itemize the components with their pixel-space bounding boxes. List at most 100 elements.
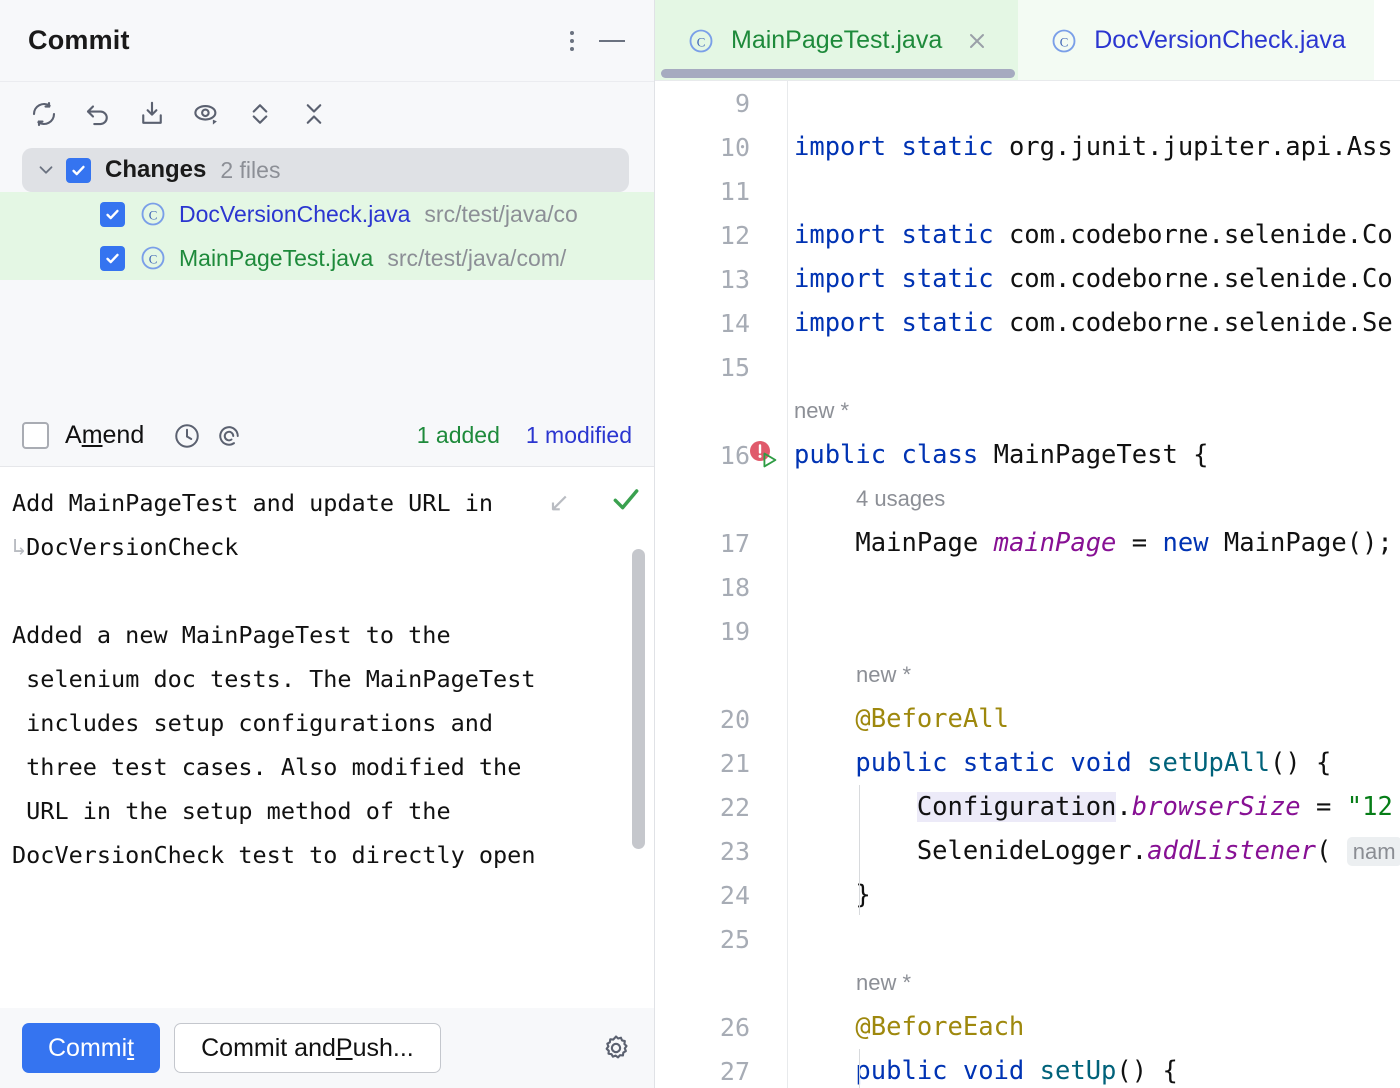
code-line[interactable]: 19 bbox=[655, 609, 1400, 653]
code-token: = bbox=[1116, 528, 1163, 558]
code-token: public void bbox=[794, 1056, 1040, 1086]
code-hint: new * bbox=[655, 389, 1400, 433]
active-tab-indicator bbox=[661, 69, 1015, 78]
commit-message-input[interactable]: Add MainPageTest and update URL in ↳DocV… bbox=[0, 467, 654, 1008]
gutter-icons bbox=[750, 697, 788, 741]
line-number: 15 bbox=[719, 352, 750, 382]
code-token: @BeforeAll bbox=[794, 704, 1009, 734]
code-token: mainPage bbox=[993, 528, 1117, 558]
line-number: 10 bbox=[719, 132, 750, 162]
code-line[interactable]: 12 import static com.codeborne.selenide.C… bbox=[655, 213, 1400, 257]
preview-diff-icon[interactable] bbox=[184, 92, 228, 136]
line-number: 25 bbox=[719, 924, 750, 954]
indent-guide bbox=[859, 785, 860, 915]
code-line[interactable]: 18 bbox=[655, 565, 1400, 609]
clock-history-icon[interactable] bbox=[166, 415, 208, 457]
line-number: 20 bbox=[719, 704, 750, 734]
commit-panel-header: Commit bbox=[0, 0, 654, 82]
gear-icon[interactable] bbox=[600, 1032, 632, 1064]
code-line[interactable]: 17 MainPage mainPage = new MainPage(); bbox=[655, 521, 1400, 565]
parameter-hint-chip: nam bbox=[1346, 837, 1400, 866]
code-viewport[interactable]: 9 10 import static org.junit.jupiter.api.A… bbox=[655, 81, 1400, 1088]
commit-actions: Commi t Commit and Push... bbox=[0, 1008, 654, 1088]
line-number: 9 bbox=[734, 88, 750, 118]
gutter-icons bbox=[750, 257, 788, 301]
code-line[interactable]: 11 bbox=[655, 169, 1400, 213]
code-line[interactable]: 9 bbox=[655, 81, 1400, 125]
code-line[interactable]: 14 import static com.codeborne.selenide.S… bbox=[655, 301, 1400, 345]
gutter-icons bbox=[750, 125, 788, 169]
checkmark-icon[interactable] bbox=[610, 483, 642, 520]
changes-group-checkbox[interactable] bbox=[66, 157, 91, 183]
code-line[interactable]: 15 bbox=[655, 345, 1400, 389]
commit-and-push-button[interactable]: Commit and Push... bbox=[174, 1023, 441, 1073]
gutter-icons bbox=[750, 169, 788, 213]
gutter-icons bbox=[750, 1049, 788, 1088]
indent-guide bbox=[859, 1049, 860, 1088]
list-item[interactable]: C MainPageTest.java src/test/java/com/ bbox=[0, 236, 654, 280]
java-class-icon: C bbox=[139, 244, 167, 272]
code-token: ( bbox=[1316, 836, 1347, 866]
line-number: 21 bbox=[719, 748, 750, 778]
amend-checkbox[interactable] bbox=[22, 422, 49, 449]
minimize-icon[interactable] bbox=[592, 21, 632, 61]
code-token: = bbox=[1300, 792, 1347, 822]
gutter-icons bbox=[750, 609, 788, 653]
line-number: 12 bbox=[719, 220, 750, 250]
tab-label: MainPageTest.java bbox=[731, 26, 943, 54]
code-line[interactable]: 26 @BeforeEach bbox=[655, 1005, 1400, 1049]
file-checkbox-docversioncheck[interactable] bbox=[100, 201, 125, 227]
code-line[interactable]: 16 public class MainPageTest { bbox=[655, 433, 1400, 477]
rollback-icon[interactable] bbox=[76, 92, 120, 136]
commit-message-scrollbar[interactable] bbox=[632, 549, 645, 849]
code-line[interactable]: 20 @BeforeAll bbox=[655, 697, 1400, 741]
commit-message-tools: ↙ bbox=[548, 483, 642, 520]
line-number: 16 bbox=[719, 440, 750, 470]
code-line[interactable]: 21 public static void setUpAll() { bbox=[655, 741, 1400, 785]
expand-collapse-icon[interactable] bbox=[238, 92, 282, 136]
commit-button[interactable]: Commi t bbox=[22, 1023, 161, 1073]
code-line[interactable]: 13 import static com.codeborne.selenide.C… bbox=[655, 257, 1400, 301]
shelve-icon[interactable] bbox=[130, 92, 174, 136]
changes-group-row[interactable]: Changes 2 files bbox=[22, 148, 629, 192]
code-token: setUp bbox=[1039, 1056, 1117, 1086]
tab-docversioncheck[interactable]: C DocVersionCheck.java bbox=[1018, 0, 1374, 81]
code-hint-label: new * bbox=[794, 398, 850, 423]
code-token: () { bbox=[1269, 748, 1332, 778]
code-line[interactable]: 10 import static org.junit.jupiter.api.As… bbox=[655, 125, 1400, 169]
tab-label: DocVersionCheck.java bbox=[1094, 26, 1346, 54]
code-text: import static com.codeborne.selenide.Co bbox=[794, 264, 1400, 294]
close-icon[interactable] bbox=[964, 28, 990, 54]
java-class-icon: C bbox=[687, 27, 715, 55]
code-line[interactable]: 23 SelenideLogger.addListener( nam bbox=[655, 829, 1400, 873]
run-test-icon[interactable] bbox=[758, 449, 780, 476]
ai-generate-icon[interactable] bbox=[208, 415, 250, 457]
file-checkbox-mainpagetest[interactable] bbox=[100, 245, 125, 271]
line-number: 17 bbox=[719, 528, 750, 558]
refresh-changes-icon[interactable] bbox=[22, 92, 66, 136]
code-line[interactable]: 25 bbox=[655, 917, 1400, 961]
gutter-icons bbox=[750, 521, 788, 565]
code-text: @BeforeEach bbox=[794, 1012, 1400, 1042]
gutter-icons bbox=[750, 785, 788, 829]
chevron-down-icon[interactable] bbox=[32, 156, 60, 184]
amend-row: Amend 1 added 1 modified bbox=[0, 405, 654, 467]
code-token: addListener bbox=[1147, 836, 1316, 866]
code-line[interactable]: 22 Configuration.browserSize = "12 bbox=[655, 785, 1400, 829]
code-token: () { bbox=[1116, 1056, 1178, 1086]
code-token: @BeforeEach bbox=[794, 1012, 1025, 1042]
collapse-all-icon[interactable] bbox=[292, 92, 336, 136]
code-line[interactable]: 27 public void setUp() { bbox=[655, 1049, 1400, 1088]
code-line[interactable]: 24 } bbox=[655, 873, 1400, 917]
line-number: 19 bbox=[719, 616, 750, 646]
code-token: "12 bbox=[1346, 792, 1393, 822]
code-editor: C MainPageTest.java C DocVersionCheck.ja… bbox=[655, 0, 1400, 1088]
code-text: import static com.codeborne.selenide.Co bbox=[794, 220, 1400, 250]
list-item[interactable]: C DocVersionCheck.java src/test/java/co bbox=[0, 192, 654, 236]
line-number: 24 bbox=[719, 880, 750, 910]
code-token: browserSize bbox=[1131, 792, 1301, 822]
gutter-icons bbox=[750, 433, 788, 477]
more-options-icon[interactable] bbox=[552, 21, 592, 61]
code-token: import static bbox=[794, 264, 1009, 294]
line-number: 26 bbox=[719, 1012, 750, 1042]
